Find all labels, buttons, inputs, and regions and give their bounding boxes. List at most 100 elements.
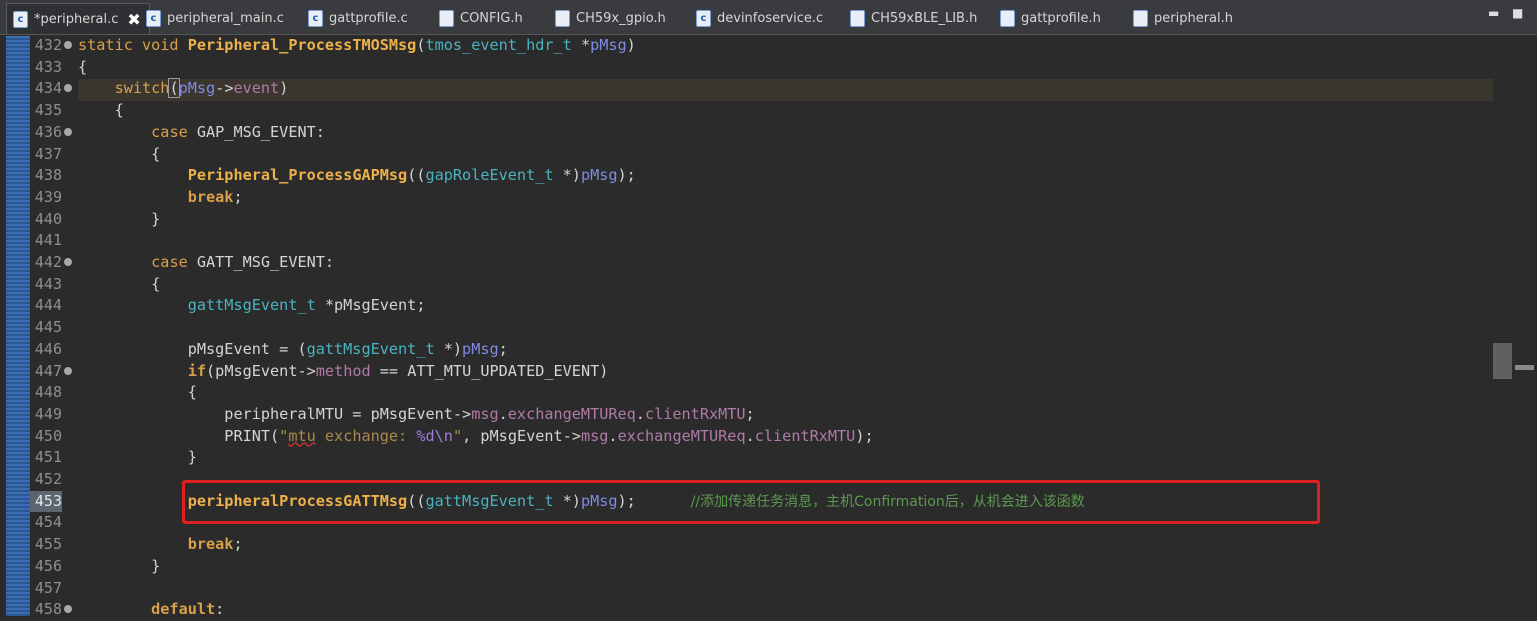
token: * <box>571 36 591 54</box>
tab-config-h[interactable]: CONFIG.h <box>439 5 523 31</box>
code-line: 449 peripheralMTU = pMsgEvent->msg.excha… <box>0 404 1537 426</box>
code-line: 458 default: <box>0 599 1537 621</box>
code-line: 447 if(pMsgEvent->method == ATT_MTU_UPDA… <box>0 361 1537 383</box>
tab-label: *peripheral.c <box>34 11 119 27</box>
tab-ch59xble-lib-h[interactable]: CH59xBLE_LIB.h <box>850 5 977 31</box>
code-line: 434 switch(pMsg->event) <box>0 78 1537 100</box>
fold-marker-icon[interactable] <box>64 258 72 266</box>
code-text: case GAP_MSG_EVENT: <box>78 122 325 144</box>
h-file-icon <box>1133 9 1148 27</box>
token: ; <box>745 404 755 423</box>
token: GATT_MSG_EVENT: <box>187 253 335 271</box>
tab-devinfoservice-c[interactable]: c devinfoservice.c <box>696 5 823 31</box>
token: *) <box>434 339 463 358</box>
h-file-icon <box>850 9 865 27</box>
code-line: 456 } <box>0 556 1537 578</box>
code-line: 441 <box>0 230 1537 252</box>
code-text: static void Peripheral_ProcessTMOSMsg(tm… <box>78 35 636 57</box>
minimize-button[interactable]: ▬ <box>1488 6 1499 20</box>
line-number: 447 <box>34 361 62 380</box>
close-icon[interactable]: ✖ <box>127 10 140 29</box>
code-text: break; <box>78 187 243 209</box>
token: clientRxMTU <box>644 404 746 423</box>
token: msg <box>580 426 609 445</box>
token: exchangeMTUReq <box>617 426 746 445</box>
token: clientRxMTU <box>754 426 856 445</box>
token: ( <box>168 78 180 99</box>
tab-peripheral-h[interactable]: peripheral.h <box>1133 5 1233 31</box>
token: case <box>151 122 188 141</box>
line-number: 452 <box>34 470 62 488</box>
code-line: 444 gattMsgEvent_t *pMsgEvent; <box>0 295 1537 317</box>
line-number: 440 <box>34 209 62 228</box>
line-number: 432 <box>34 36 62 54</box>
token: . <box>498 404 508 423</box>
tab-ch59x-gpio-h[interactable]: CH59x_gpio.h <box>555 5 666 31</box>
code-text: gattMsgEvent_t *pMsgEvent; <box>78 295 426 317</box>
code-line: 451 } <box>0 447 1537 469</box>
tab-peripheral-main-c[interactable]: c peripheral_main.c <box>146 5 284 31</box>
token: { <box>78 101 124 120</box>
code-line: 440 } <box>0 209 1537 231</box>
token: } <box>78 209 161 228</box>
code-text: { <box>78 382 197 404</box>
token: exchange: <box>315 426 417 445</box>
code-line: 443 { <box>0 274 1537 296</box>
line-number: 442 <box>34 253 62 271</box>
code-line: 445 <box>0 317 1537 339</box>
fold-marker-icon[interactable] <box>64 366 72 375</box>
line-number: 434 <box>34 79 62 98</box>
tab-peripheral-c[interactable]: c *peripheral.c ✖ <box>6 3 150 34</box>
fold-marker-icon[interactable] <box>64 605 72 614</box>
code-text: break; <box>78 534 243 556</box>
fold-marker-icon[interactable] <box>64 84 72 93</box>
token: ; <box>233 187 243 206</box>
maximize-button[interactable]: ■ <box>1512 6 1523 20</box>
token: ; <box>498 339 508 358</box>
h-file-icon <box>1000 9 1015 27</box>
tab-gattprofile-c[interactable]: c gattprofile.c <box>308 5 408 31</box>
code-editor[interactable]: 432 static void Peripheral_ProcessTMOSMs… <box>0 35 1537 618</box>
code-text: PRINT("mtu exchange: %d\n", pMsgEvent->m… <box>78 426 873 448</box>
line-number: 445 <box>34 318 62 337</box>
c-file-icon: c <box>696 9 711 27</box>
fold-marker-icon[interactable] <box>64 41 72 49</box>
highlight-annotation-box <box>182 480 1320 524</box>
h-file-icon <box>439 9 454 27</box>
token: pMsgEvent = ( <box>78 339 307 358</box>
code-text: { <box>78 100 124 122</box>
tab-label: peripheral.h <box>1154 10 1233 26</box>
token: pMsg <box>178 79 216 98</box>
code-text: default: <box>78 599 224 621</box>
code-line: 436 case GAP_MSG_EVENT: <box>0 122 1537 144</box>
code-line: 432 static void Peripheral_ProcessTMOSMs… <box>0 35 1537 57</box>
token: " <box>279 426 289 445</box>
token: exchangeMTUReq <box>507 404 636 423</box>
tab-label: gattprofile.c <box>329 10 408 26</box>
tab-gattprofile-h[interactable]: gattprofile.h <box>1000 5 1101 31</box>
line-number: 448 <box>34 383 62 402</box>
fold-marker-icon[interactable] <box>64 127 72 136</box>
code-line: 442 case GATT_MSG_EVENT: <box>0 252 1537 274</box>
code-text: } <box>78 447 197 469</box>
line-number: 433 <box>34 57 62 76</box>
token: tmos_event_hdr_t <box>425 36 572 54</box>
code-line: 446 pMsgEvent = (gattMsgEvent_t *)pMsg; <box>0 339 1537 361</box>
line-number: 451 <box>34 448 62 467</box>
token: ) <box>279 79 289 98</box>
code-text: } <box>78 209 160 231</box>
line-number: 456 <box>34 556 62 575</box>
code-line: 457 <box>0 578 1537 600</box>
token: { <box>78 383 197 402</box>
line-number: 449 <box>34 404 62 423</box>
code-text: if(pMsgEvent->method == ATT_MTU_UPDATED_… <box>78 361 609 383</box>
code-line: 437 { <box>0 144 1537 166</box>
line-number: 457 <box>34 578 62 597</box>
